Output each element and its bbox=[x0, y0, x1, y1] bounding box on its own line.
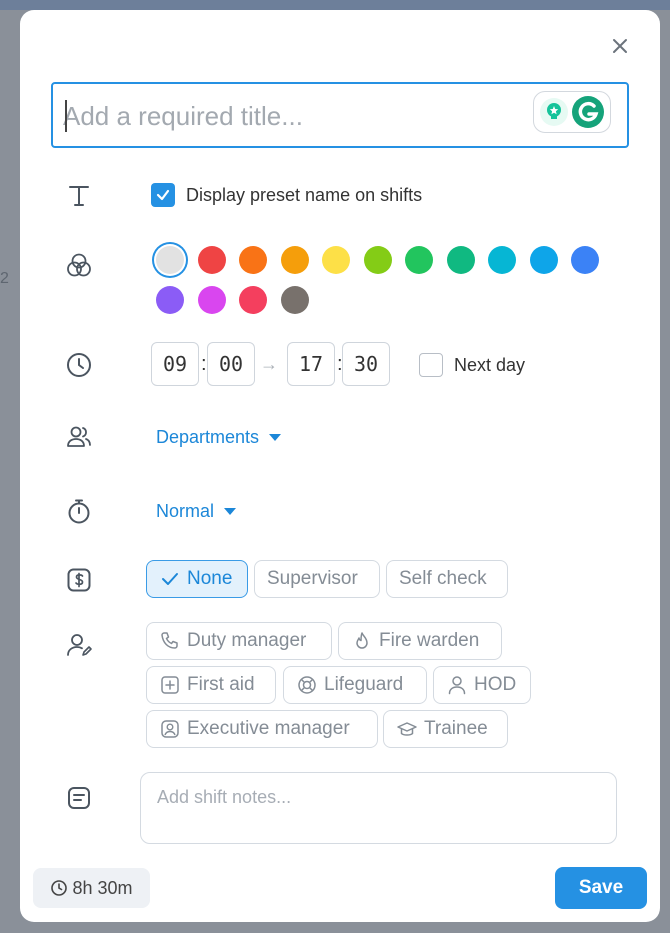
role-duty-manager[interactable]: Duty manager bbox=[146, 622, 332, 660]
role-level-self-check-label: Self check bbox=[399, 568, 487, 589]
grammarly-icon bbox=[572, 96, 604, 128]
role-fire-warden[interactable]: Fire warden bbox=[338, 622, 502, 660]
next-day-checkbox[interactable] bbox=[419, 353, 443, 377]
role-duty-manager-label: Duty manager bbox=[187, 630, 307, 651]
break-type-dropdown[interactable]: Normal bbox=[156, 501, 237, 522]
phone-icon bbox=[161, 632, 178, 649]
flame-icon bbox=[356, 632, 368, 649]
display-preset-name-checkbox[interactable] bbox=[151, 183, 175, 207]
role-lifeguard-label: Lifeguard bbox=[324, 674, 404, 695]
role-hod-label: HOD bbox=[474, 674, 517, 695]
title-field-wrapper bbox=[51, 82, 629, 148]
text-caret bbox=[65, 100, 67, 132]
role-level-none-label: None bbox=[187, 568, 233, 589]
role-hod[interactable]: HOD bbox=[433, 666, 531, 704]
role-fire-warden-label: Fire warden bbox=[379, 630, 480, 651]
start-hour-input[interactable]: 09 bbox=[151, 342, 199, 386]
color-swatch[interactable] bbox=[156, 246, 184, 274]
color-swatch[interactable] bbox=[529, 246, 558, 274]
departments-dropdown[interactable]: Departments bbox=[156, 427, 282, 448]
role-first-aid[interactable]: First aid bbox=[146, 666, 276, 704]
clock-icon bbox=[64, 350, 94, 380]
grammar-assistant-widget[interactable] bbox=[533, 91, 611, 133]
role-lifeguard[interactable]: Lifeguard bbox=[283, 666, 427, 704]
notes-icon bbox=[64, 783, 94, 813]
color-swatch[interactable] bbox=[280, 286, 309, 314]
role-executive-manager[interactable]: Executive manager bbox=[146, 710, 378, 748]
role-level-supervisor-label: Supervisor bbox=[267, 568, 358, 589]
role-level-none[interactable]: None bbox=[146, 560, 248, 598]
portrait-icon bbox=[161, 720, 179, 738]
role-first-aid-label: First aid bbox=[187, 674, 255, 695]
color-swatch[interactable] bbox=[280, 246, 309, 274]
time-range-arrow: → bbox=[260, 354, 278, 374]
stopwatch-icon bbox=[64, 496, 94, 526]
plus-square-icon bbox=[161, 676, 179, 694]
role-trainee[interactable]: Trainee bbox=[383, 710, 508, 748]
display-preset-name-label: Display preset name on shifts bbox=[186, 185, 423, 205]
color-swatch[interactable] bbox=[239, 286, 267, 314]
dollar-badge-icon bbox=[64, 565, 94, 595]
color-swatch[interactable] bbox=[363, 246, 392, 274]
color-swatch[interactable] bbox=[197, 246, 226, 274]
lifebuoy-icon bbox=[298, 676, 316, 694]
chevron-down-icon bbox=[224, 508, 237, 515]
save-button[interactable]: Save bbox=[555, 867, 647, 909]
color-swatch[interactable] bbox=[322, 246, 350, 274]
backdrop-number: 2 bbox=[0, 270, 9, 287]
graduation-cap-icon bbox=[397, 722, 417, 736]
checkmark-icon bbox=[156, 189, 170, 201]
role-executive-manager-label: Executive manager bbox=[187, 718, 350, 739]
end-hour-input[interactable]: 17 bbox=[287, 342, 335, 386]
clock-icon bbox=[51, 880, 68, 896]
role-level-supervisor[interactable]: Supervisor bbox=[254, 560, 380, 598]
close-icon bbox=[613, 39, 627, 53]
next-day-label: Next day bbox=[454, 355, 526, 375]
lightbulb-icon bbox=[540, 98, 568, 126]
backdrop-header bbox=[0, 0, 670, 10]
shift-notes-input[interactable] bbox=[140, 772, 617, 844]
shift-duration-badge: 8h 30m bbox=[33, 868, 150, 908]
break-type-label: Normal bbox=[156, 501, 215, 521]
role-trainee-label: Trainee bbox=[424, 718, 488, 739]
color-swatch[interactable] bbox=[571, 246, 599, 274]
color-swatch[interactable] bbox=[446, 246, 475, 274]
text-format-icon bbox=[64, 180, 94, 210]
time-separator: : bbox=[201, 353, 207, 375]
color-palette-icon bbox=[64, 250, 94, 280]
departments-label: Departments bbox=[156, 427, 260, 447]
color-swatch[interactable] bbox=[239, 246, 267, 274]
users-icon bbox=[64, 422, 94, 452]
title-input[interactable] bbox=[63, 96, 523, 136]
checkmark-icon bbox=[162, 573, 178, 585]
color-swatch[interactable] bbox=[488, 246, 516, 274]
color-swatch[interactable] bbox=[197, 286, 226, 314]
start-minute-input[interactable]: 00 bbox=[207, 342, 255, 386]
chevron-down-icon bbox=[269, 434, 282, 441]
end-minute-input[interactable]: 30 bbox=[342, 342, 390, 386]
shift-preset-modal: Display preset name on shifts 09 : 00 → … bbox=[20, 10, 660, 922]
user-edit-icon bbox=[64, 630, 94, 660]
color-swatch[interactable] bbox=[156, 286, 184, 314]
shift-duration-text: 8h 30m bbox=[72, 877, 133, 898]
role-level-self-check[interactable]: Self check bbox=[386, 560, 508, 598]
color-swatch[interactable] bbox=[405, 246, 433, 274]
person-icon bbox=[448, 676, 466, 695]
close-button[interactable] bbox=[608, 34, 632, 58]
